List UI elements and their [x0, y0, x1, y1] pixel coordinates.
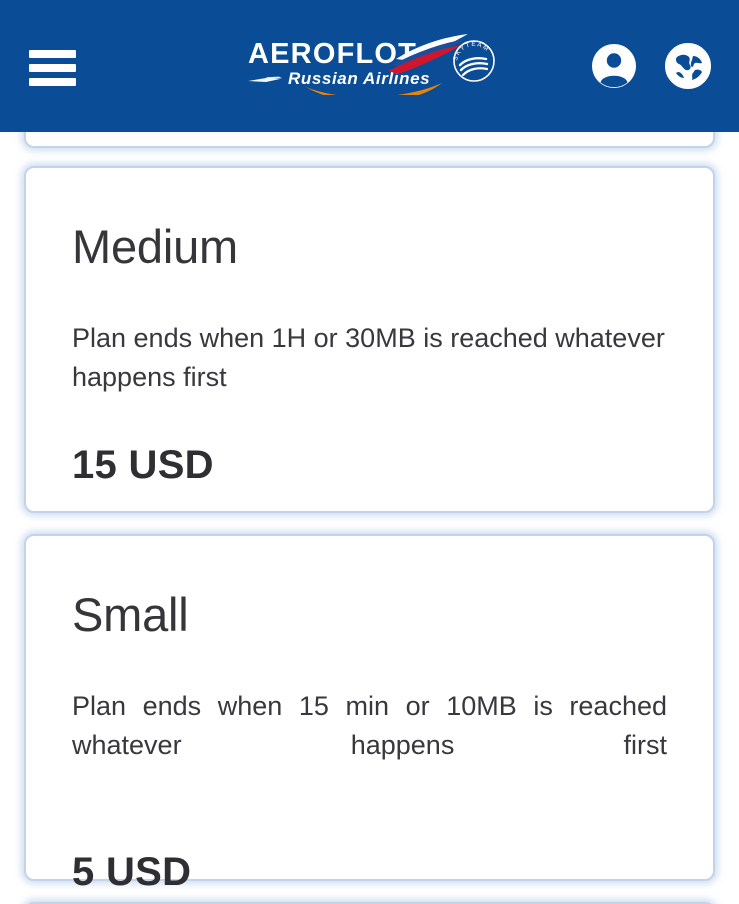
- hamburger-bar: [29, 64, 76, 72]
- skyteam-logo: SKYTEAM: [452, 40, 495, 82]
- plan-title: Medium: [72, 220, 238, 273]
- plan-description: Plan ends when 1H or 30MB is reached wha…: [72, 323, 665, 393]
- account-icon[interactable]: [591, 43, 637, 89]
- app-header: AEROFLOT Russian Airlines SKYTEAM: [0, 0, 739, 132]
- plan-price: 15 USD: [72, 443, 214, 488]
- hamburger-bar: [29, 78, 76, 86]
- app-viewport: Medium Plan ends when 1H or 30MB is reac…: [0, 0, 739, 904]
- globe-icon[interactable]: [665, 43, 711, 89]
- plan-card-small[interactable]: Small Plan ends when 15 min or 10MB is r…: [24, 534, 715, 894]
- header-icon-group: [591, 43, 711, 89]
- logo-tagline-text: Russian Airlines: [288, 69, 430, 88]
- hamburger-menu-icon[interactable]: [29, 50, 76, 86]
- logo-wing-mark: [248, 76, 282, 82]
- plan-title: Small: [72, 588, 189, 641]
- plan-price: 5 USD: [72, 850, 192, 895]
- plan-card-medium[interactable]: Medium Plan ends when 1H or 30MB is reac…: [24, 166, 715, 513]
- logo-brand-text: AEROFLOT: [248, 38, 417, 70]
- plan-description: Plan ends when 15 min or 10MB is reached…: [72, 691, 667, 761]
- aeroflot-logo[interactable]: AEROFLOT Russian Airlines SKYTEAM: [246, 33, 496, 103]
- wifi-plan-list: Medium Plan ends when 1H or 30MB is reac…: [0, 0, 739, 904]
- hamburger-bar: [29, 50, 76, 58]
